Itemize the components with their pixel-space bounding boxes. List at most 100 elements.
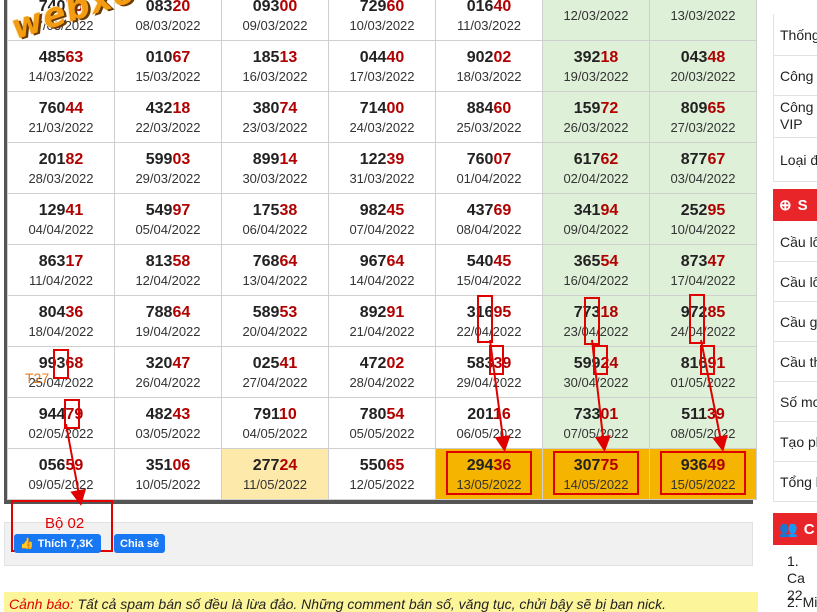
result-number: 51139 <box>650 405 756 425</box>
facebook-like-button[interactable]: 👍 Thích 7,3K <box>14 534 102 553</box>
result-number-tail: 39 <box>707 405 725 423</box>
result-date: 05/04/2022 <box>135 221 201 237</box>
sidebar-link-cong-cu[interactable]: Công <box>773 56 817 96</box>
result-number-head: 804 <box>38 303 66 321</box>
result-number-head: 816 <box>680 354 708 372</box>
result-number-head: 982 <box>359 201 387 219</box>
result-number-tail: 41 <box>65 201 84 219</box>
result-number-head: 307 <box>573 456 601 474</box>
result-number-head: 056 <box>38 456 66 474</box>
result-date: 09/03/2022 <box>242 17 308 33</box>
result-number-tail: 10 <box>279 405 297 423</box>
result-number-tail: 38 <box>279 201 298 219</box>
result-date: 14/05/2022 <box>563 476 629 492</box>
result-date: 29/03/2022 <box>135 170 201 186</box>
result-number: 61762 <box>543 150 649 170</box>
sidebar-link-cau-1[interactable]: Cầu lô <box>773 222 817 262</box>
result-date: 15/05/2022 <box>670 476 736 492</box>
result-number-tail: 94 <box>600 201 619 219</box>
sidebar-link-tong-hop[interactable]: Tổng h <box>773 462 817 502</box>
result-date: 06/04/2022 <box>242 221 308 237</box>
result-number-head: 967 <box>359 252 387 270</box>
result-number-tail: 06 <box>172 456 191 474</box>
result-number: 78054 <box>329 405 435 425</box>
sidebar-link-thong-ke[interactable]: Thống <box>773 14 817 56</box>
sidebar-link-cau-2[interactable]: Cầu lô <box>773 262 817 302</box>
sidebar-link-cau-4[interactable]: Cầu th <box>773 342 817 382</box>
result-date: 26/03/2022 <box>563 119 629 135</box>
result-number-tail: 18 <box>172 99 191 117</box>
result-cell: 76864 13/04/2022 <box>221 244 329 296</box>
result-date: 17/03/2022 <box>349 68 415 84</box>
table-row: 05659 09/05/2022 35106 10/05/2022 27724 11/05… <box>7 448 757 500</box>
result-number: 48243 <box>115 405 221 425</box>
warning-label: Cảnh báo: <box>9 596 74 612</box>
annotation-t27: T27 <box>25 370 50 386</box>
result-number-head: 617 <box>573 150 601 168</box>
result-date: 14/03/2022 <box>28 68 94 84</box>
result-number-head: 733 <box>573 405 601 423</box>
result-number: 12239 <box>329 150 435 170</box>
result-number: 87347 <box>650 252 756 272</box>
result-cell: 09300 09/03/2022 <box>221 0 329 41</box>
result-date: 17/04/2022 <box>670 272 736 288</box>
result-number-tail: 59 <box>65 456 84 474</box>
result-date: 08/03/2022 <box>135 17 201 33</box>
result-number-tail: 36 <box>493 456 512 474</box>
result-cell: 51139 08/05/2022 <box>649 397 757 449</box>
result-number-tail: 49 <box>707 456 726 474</box>
result-number-head: 472 <box>359 354 387 372</box>
sidebar-link-loai-de[interactable]: Loại đ <box>773 138 817 182</box>
result-number-tail: 41 <box>279 354 298 372</box>
result-cell: 29436 13/05/2022 <box>435 448 543 500</box>
share-label: Chia sẻ <box>120 537 160 550</box>
result-number-tail: 68 <box>65 354 84 372</box>
facebook-share-button[interactable]: Chia sẻ <box>114 534 166 553</box>
result-cell: 86317 11/04/2022 <box>7 244 115 296</box>
result-cell: 54997 05/04/2022 <box>114 193 222 245</box>
result-cell: 81358 12/04/2022 <box>114 244 222 296</box>
sidebar-link-tao-phoi[interactable]: Tạo ph <box>773 422 817 462</box>
result-number-tail: 47 <box>172 354 191 372</box>
result-cell: 79110 04/05/2022 <box>221 397 329 449</box>
result-number-head: 599 <box>573 354 601 372</box>
result-number: 15972 <box>543 99 649 119</box>
result-number: 04440 <box>329 48 435 68</box>
result-cell: 20182 28/03/2022 <box>7 142 115 194</box>
right-sidebar: Thống Công Công VIP Loại đ ⊕ S Cầu lô Cầ… <box>773 0 817 612</box>
result-date: 15/04/2022 <box>456 272 522 288</box>
result-number: 98245 <box>329 201 435 221</box>
result-number-tail: 85 <box>707 303 726 321</box>
result-cell: 48243 03/05/2022 <box>114 397 222 449</box>
result-cell: 13/03/2022 <box>649 0 757 41</box>
result-cell: 90202 18/03/2022 <box>435 40 543 92</box>
result-number-tail: 45 <box>493 252 512 270</box>
result-number: 76864 <box>222 252 328 272</box>
result-number-tail: 60 <box>493 99 512 117</box>
result-number-head: 485 <box>38 48 66 66</box>
result-number: 81358 <box>115 252 221 272</box>
result-date: 07/05/2022 <box>563 425 629 441</box>
result-number-head: 341 <box>573 201 601 219</box>
sidebar-list-item-2[interactable]: 2. Mi <box>773 594 817 611</box>
result-number-head: 432 <box>145 99 173 117</box>
result-number: 02541 <box>222 354 328 374</box>
result-number-tail: 43 <box>172 405 191 423</box>
result-number-head: 159 <box>573 99 601 117</box>
result-number-tail: 97 <box>172 201 191 219</box>
result-number-head: 791 <box>253 405 279 423</box>
result-cell: 48563 14/03/2022 <box>7 40 115 92</box>
result-number: 01640 <box>436 0 542 17</box>
sidebar-link-so-mo[interactable]: Số mơ <box>773 382 817 422</box>
sidebar-link-cau-3[interactable]: Cầu g <box>773 302 817 342</box>
result-cell: 94479 02/05/2022 <box>7 397 115 449</box>
result-date: 11/04/2022 <box>28 272 94 288</box>
result-date: 25/04/2022 <box>28 374 94 390</box>
result-number: 87767 <box>650 150 756 170</box>
result-number: 58953 <box>222 303 328 323</box>
sidebar-link-cong-vip[interactable]: Công VIP <box>773 96 817 138</box>
result-number: 43218 <box>115 99 221 119</box>
result-number-tail: 95 <box>493 303 512 321</box>
result-date: 12/05/2022 <box>349 476 415 492</box>
result-number-tail: 54 <box>386 405 405 423</box>
